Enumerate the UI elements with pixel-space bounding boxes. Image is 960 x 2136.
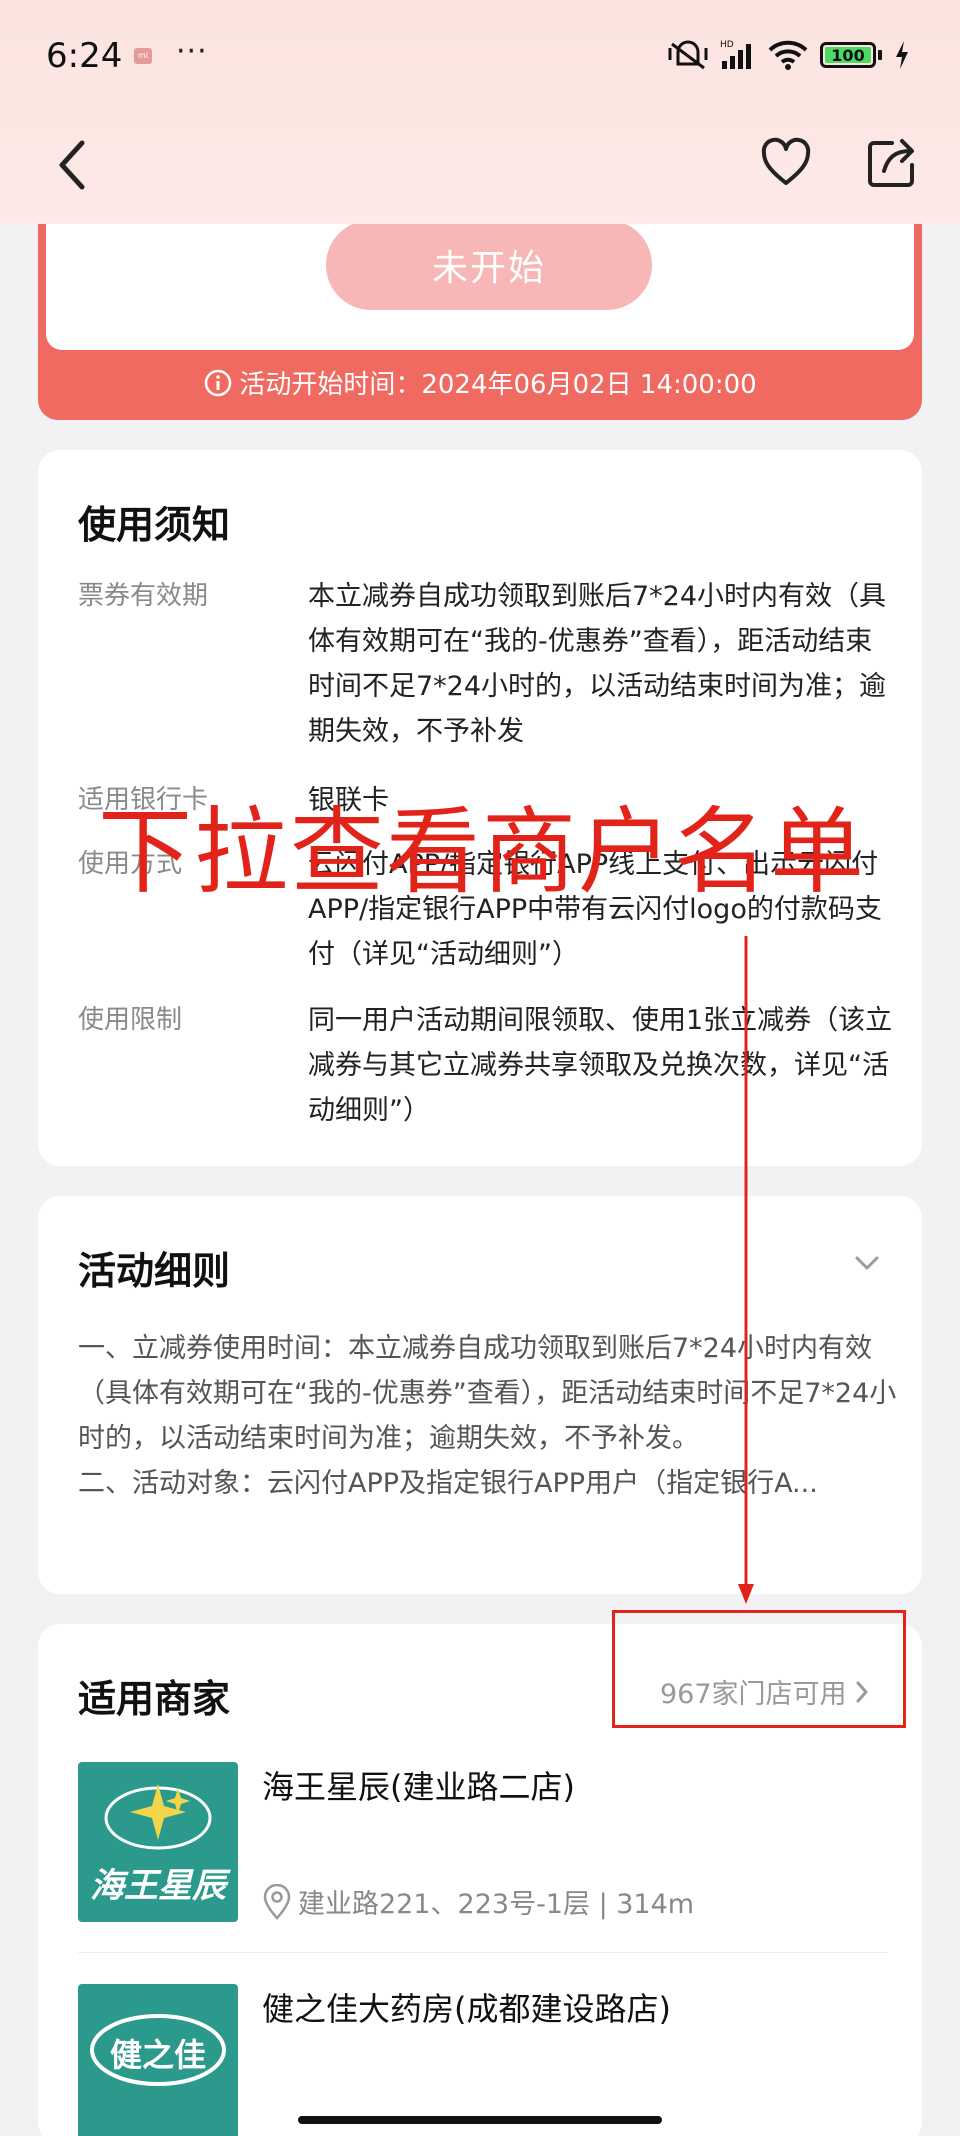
merchant-item[interactable]: 海王星辰 海王星辰(建业路二店) 建业路221、223号-1层 | 314m [78, 1762, 888, 1932]
status-bar: 6:24 mi ··· HD 100 [0, 0, 960, 115]
merchant-logo: 健之佳 [78, 1984, 238, 2136]
merchant-logo: 海王星辰 [78, 1762, 238, 1922]
battery-level: 100 [831, 45, 865, 65]
merchant-logo-text: 海王星辰 [90, 1866, 226, 1906]
charging-icon [896, 41, 908, 69]
merchant-address-text: 建业路221、223号-1层 | 314m [298, 1889, 695, 1920]
not-started-button[interactable]: 未开始 [326, 220, 652, 310]
rule-text: 本立减券自成功领取到账后7*24小时内有效（具体有效期可在“我的-优惠券”查看）… [308, 581, 887, 747]
battery-icon: 100 [820, 42, 876, 68]
chevron-down-icon[interactable] [852, 1248, 882, 1278]
merchant-logo-text: 健之佳 [109, 2036, 206, 2074]
wifi-icon [768, 40, 808, 70]
rule-text: 同一用户活动期间限领取、使用1张立减券（该立减券与其它立减券共享领取及兑换次数，… [308, 1005, 893, 1126]
usage-notes-title: 使用须知 [78, 503, 231, 547]
activity-rules-title: 活动细则 [78, 1249, 231, 1293]
status-time: 6:24 [46, 36, 123, 76]
merchants-title: 适用商家 [78, 1677, 231, 1721]
divider [78, 1952, 888, 1953]
rules-line-1: 一、立减券使用时间：本立减券自成功领取到账后7*24小时内有效（具体有效期可在“… [78, 1333, 897, 1454]
svg-text:HD: HD [720, 40, 734, 50]
rule-label: 使用限制 [78, 1005, 183, 1035]
battery-tip [878, 50, 882, 60]
signal-icon: HD [720, 40, 751, 69]
more-notifications-icon: ··· [176, 34, 208, 69]
merchant-name: 健之佳大药房(成都建设路店) [262, 1990, 671, 2028]
mute-vibrate-icon [668, 40, 708, 70]
home-indicator[interactable] [298, 2116, 662, 2124]
info-icon [205, 369, 232, 396]
start-time-text: 活动开始时间：2024年06月02日 14:00:00 [239, 370, 757, 400]
activity-rules-card[interactable]: 活动细则 一、立减券使用时间：本立减券自成功领取到账后7*24小时内有效（具体有… [38, 1196, 922, 1594]
favorite-heart-icon[interactable] [760, 137, 812, 189]
activity-start-time: 活动开始时间：2024年06月02日 14:00:00 [38, 364, 922, 401]
rules-line-2: 二、活动对象：云闪付APP及指定银行APP用户（指定银行A... [78, 1468, 818, 1499]
activity-rules-text: 一、立减券使用时间：本立减券自成功领取到账后7*24小时内有效（具体有效期可在“… [78, 1326, 898, 1506]
merchant-item[interactable]: 健之佳 健之佳大药房(成都建设路店) [78, 1984, 888, 2136]
status-icons: HD 100 [668, 38, 910, 72]
annotation-text: 下拉查看商户名单 [98, 798, 867, 907]
share-icon[interactable] [866, 135, 918, 189]
nav-bar [0, 115, 960, 220]
rule-label: 票券有效期 [78, 581, 209, 611]
merchant-name: 海王星辰(建业路二店) [262, 1768, 575, 1806]
annotation-highlight-box [612, 1610, 906, 1728]
merchant-address: 建业路221、223号-1层 | 314m [262, 1882, 694, 1921]
notification-app-icon: mi [134, 48, 152, 64]
back-icon[interactable] [50, 135, 94, 195]
location-pin-icon [263, 1883, 291, 1920]
